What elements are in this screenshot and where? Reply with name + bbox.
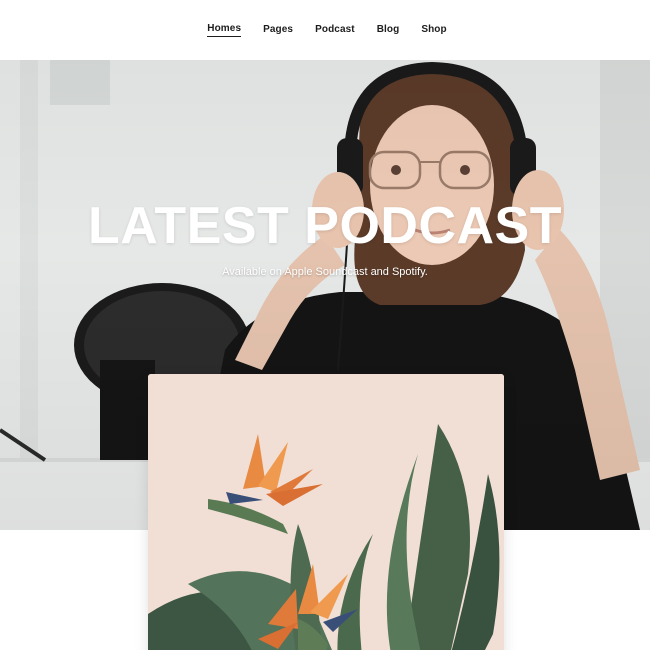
- featured-plant-image[interactable]: [148, 374, 504, 650]
- nav-item-pages[interactable]: Pages: [263, 24, 293, 37]
- hero-subtitle: Available on Apple Soundcast and Spotify…: [222, 266, 428, 278]
- nav-item-podcast[interactable]: Podcast: [315, 24, 355, 37]
- bird-of-paradise-illustration: [148, 374, 504, 650]
- nav-item-blog[interactable]: Blog: [377, 24, 400, 37]
- hero-title: LATEST PODCAST: [87, 197, 563, 255]
- top-navigation-bar: Homes Pages Podcast Blog Shop: [0, 0, 650, 60]
- nav-item-homes[interactable]: Homes: [207, 23, 242, 37]
- nav-item-shop[interactable]: Shop: [421, 24, 446, 37]
- main-nav: Homes Pages Podcast Blog Shop: [207, 23, 447, 37]
